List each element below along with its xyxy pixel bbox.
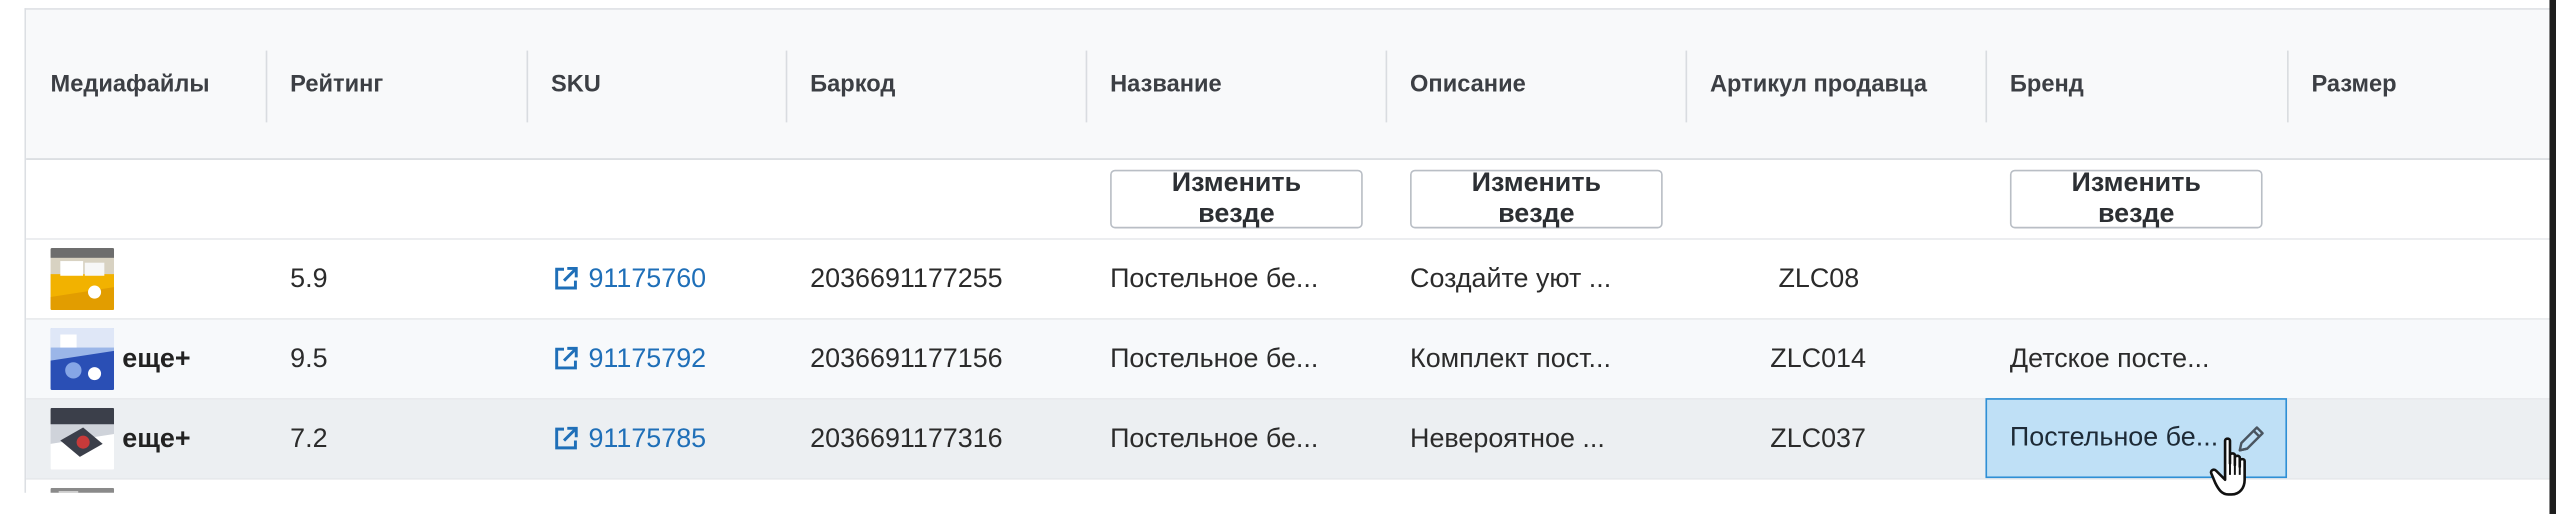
products-table: Медиафайлы Рейтинг SKU Баркод Название О…: [24, 8, 2556, 493]
product-name-cell[interactable]: Постельное бе...: [1110, 240, 1318, 318]
table-row[interactable]: еще+ 9.5 91175792 2036691177156 Постельн…: [26, 319, 2556, 400]
product-name-cell[interactable]: Постельное бе...: [1110, 320, 1318, 398]
window-edge: [2549, 0, 2556, 514]
product-description-cell[interactable]: Комплект пост...: [1410, 320, 1611, 398]
brand-cell[interactable]: Детское посте...: [2010, 320, 2210, 398]
change-everywhere-name-button[interactable]: Изменить везде: [1110, 168, 1363, 229]
product-thumbnail[interactable]: [50, 487, 115, 493]
column-header-name[interactable]: Название: [1086, 10, 1386, 158]
change-everywhere-brand-button[interactable]: Изменить везде: [2009, 168, 2263, 229]
sku-link[interactable]: 91175760: [551, 240, 706, 318]
more-media-link[interactable]: еще+: [122, 320, 190, 398]
sku-value[interactable]: 91175760: [588, 264, 706, 295]
table-row[interactable]: [26, 479, 2556, 493]
column-header-media[interactable]: Медиафайлы: [26, 10, 266, 158]
table-row[interactable]: еще+ 7.2 91175785 2036691177316 Постельн…: [26, 398, 2556, 480]
seller-article-value[interactable]: ZLC014: [1770, 320, 1866, 398]
more-media-link[interactable]: еще+: [122, 400, 190, 478]
seller-article-value[interactable]: ZLC08: [1778, 240, 1859, 318]
external-link-icon: [555, 426, 578, 450]
external-link-icon: [555, 266, 578, 290]
rating-value: 5.9: [290, 263, 328, 293]
sku-link[interactable]: 91175792: [551, 320, 706, 398]
change-everywhere-description-button[interactable]: Изменить везде: [1410, 168, 1663, 229]
products-grid: Медиафайлы Рейтинг SKU Баркод Название О…: [0, 0, 2556, 514]
brand-cell-value[interactable]: Постельное бе...: [2010, 423, 2218, 454]
barcode-value: 2036691177316: [810, 423, 1003, 453]
product-thumbnail[interactable]: [50, 327, 115, 390]
product-description-cell[interactable]: Создайте уют ...: [1410, 240, 1611, 318]
product-description-cell[interactable]: Невероятное ...: [1410, 400, 1605, 478]
table-header-row: Медиафайлы Рейтинг SKU Баркод Название О…: [26, 9, 2556, 160]
seller-article-value[interactable]: ZLC037: [1770, 400, 1866, 478]
sku-value[interactable]: 91175785: [588, 423, 706, 454]
column-header-sku[interactable]: SKU: [527, 10, 786, 158]
sku-value[interactable]: 91175792: [588, 343, 706, 374]
pencil-icon[interactable]: [2235, 423, 2268, 456]
external-link-icon: [555, 346, 578, 370]
table-row[interactable]: 5.9 91175760 2036691177255 Постельное бе…: [26, 239, 2556, 320]
rating-value: 7.2: [290, 423, 328, 453]
sku-link[interactable]: 91175785: [551, 400, 706, 478]
screenshot-stage: Медиафайлы Рейтинг SKU Баркод Название О…: [0, 0, 2556, 514]
product-name-cell[interactable]: Постельное бе...: [1110, 400, 1318, 478]
bulk-edit-row: Изменить везде Изменить везде Изменить в…: [26, 159, 2556, 240]
barcode-value: 2036691177255: [810, 263, 1003, 293]
brand-cell-editing[interactable]: Постельное бе...: [1985, 398, 2288, 479]
column-header-size[interactable]: Размер: [2287, 10, 2556, 158]
column-header-description[interactable]: Описание: [1386, 10, 1686, 158]
barcode-value: 2036691177156: [810, 343, 1003, 373]
column-header-brand[interactable]: Бренд: [1985, 10, 2287, 158]
product-thumbnail[interactable]: [50, 407, 115, 470]
column-header-rating[interactable]: Рейтинг: [266, 10, 527, 158]
rating-value: 9.5: [290, 343, 328, 373]
product-thumbnail[interactable]: [50, 248, 115, 311]
column-header-barcode[interactable]: Баркод: [786, 10, 1086, 158]
column-header-seller-article[interactable]: Артикул продавца: [1686, 10, 1986, 158]
